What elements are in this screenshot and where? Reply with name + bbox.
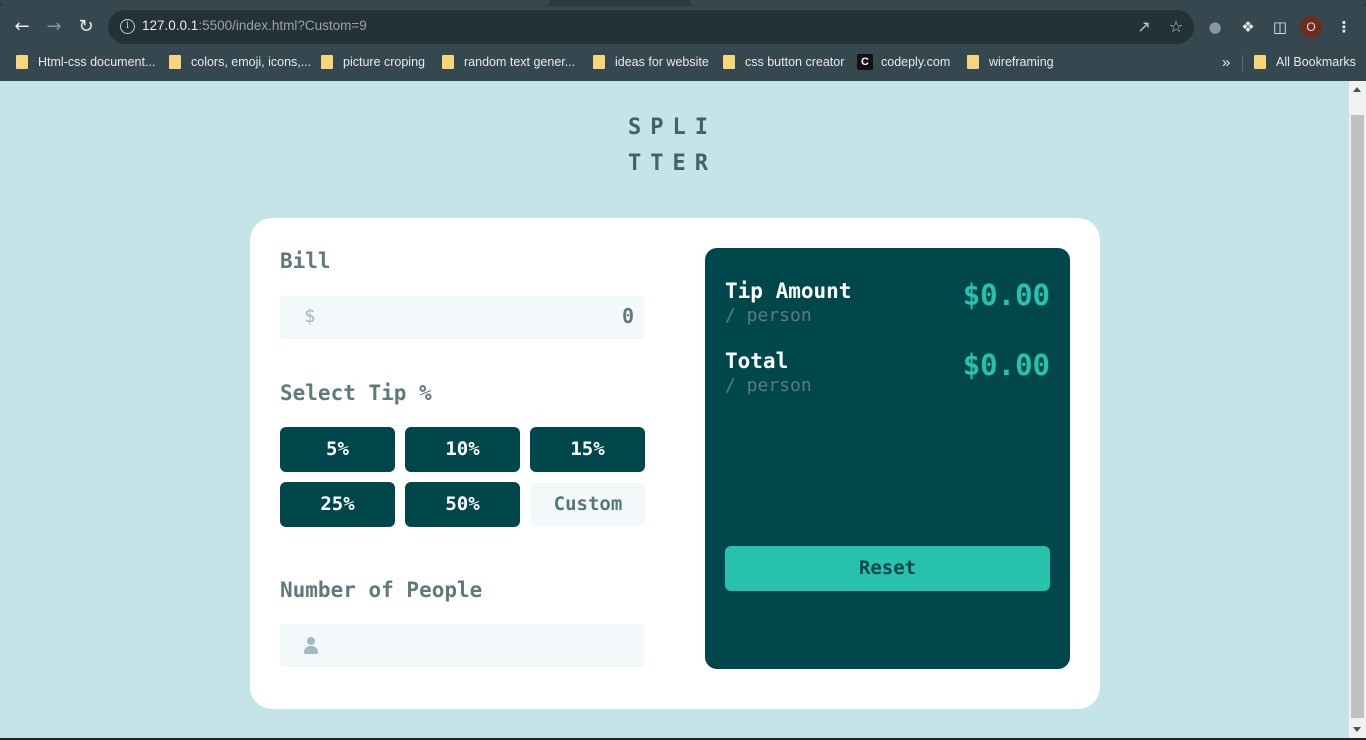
site-info-icon[interactable]: i	[120, 19, 135, 34]
results-panel: Tip Amount / person $0.00 Total / person…	[705, 248, 1070, 669]
reset-button[interactable]: Reset	[725, 546, 1050, 591]
bill-input[interactable]: $ 0	[280, 296, 644, 339]
tip-per-person-label: / person	[725, 305, 812, 326]
bill-value: 0	[621, 304, 634, 328]
people-input[interactable]	[280, 624, 644, 667]
dollar-icon: $	[304, 305, 316, 327]
folder-icon	[169, 55, 181, 69]
scrollbar-thumb[interactable]	[1351, 115, 1364, 718]
bookmark-item[interactable]: css button creator	[723, 52, 844, 72]
profile-avatar[interactable]: O	[1300, 16, 1322, 38]
logo-line-2: TTER	[628, 151, 717, 176]
bookmark-item[interactable]: Ccodeply.com	[857, 52, 950, 72]
bookmark-label: ideas for website	[615, 55, 709, 69]
tip-button-25[interactable]: 25%	[280, 482, 395, 527]
bill-label: Bill	[280, 249, 331, 273]
browser-chrome: ← → ↻ i 127.0.0.1:5500/index.html?Custom…	[0, 0, 1366, 81]
scroll-down-arrow-icon[interactable]	[1353, 727, 1361, 732]
bookmarks-overflow-chevron-icon[interactable]: »	[1222, 52, 1230, 72]
bookmark-label: css button creator	[745, 55, 845, 69]
bookmark-item[interactable]: picture croping	[321, 52, 425, 72]
folder-icon	[16, 55, 28, 69]
select-tip-label: Select Tip %	[280, 381, 432, 405]
splitter-logo: SPLI TTER	[628, 110, 738, 182]
folder-icon	[967, 55, 979, 69]
address-bar[interactable]: i 127.0.0.1:5500/index.html?Custom=9 ↗ ☆	[108, 10, 1194, 44]
bookmark-item[interactable]: random text gener...	[442, 52, 575, 72]
share-icon[interactable]: ↗	[1134, 17, 1154, 37]
bookmark-label: colors, emoji, icons,...	[191, 55, 312, 69]
tip-button-5[interactable]: 5%	[280, 427, 395, 472]
bookmarks-divider	[1242, 55, 1243, 71]
bookmark-label: picture croping	[343, 55, 425, 69]
reload-icon[interactable]: ↻	[73, 14, 99, 40]
bookmark-label: random text gener...	[464, 55, 576, 69]
total-label: Total	[725, 349, 789, 373]
side-panel-icon[interactable]: ◫	[1269, 16, 1291, 38]
extensions-puzzle-icon[interactable]: ❖	[1237, 16, 1259, 38]
total-amount-value: $0.00	[962, 348, 1050, 382]
tip-button-10[interactable]: 10%	[405, 427, 520, 472]
folder-icon	[723, 55, 735, 69]
folder-icon	[593, 55, 605, 69]
codeply-favicon-icon: C	[857, 54, 873, 70]
total-per-person-label: / person	[725, 375, 812, 396]
url-host: 127.0.0.1	[142, 18, 199, 33]
person-icon	[304, 637, 318, 655]
forward-icon[interactable]: →	[41, 14, 67, 40]
folder-icon	[442, 55, 454, 69]
bookmark-label: Html-css document...	[38, 55, 156, 69]
bookmarks-bar: Html-css document... colors, emoji, icon…	[0, 48, 1366, 77]
page-scrollbar[interactable]	[1349, 81, 1366, 738]
bookmark-item[interactable]: ideas for website	[593, 52, 709, 72]
bookmark-item[interactable]: wireframing	[967, 52, 1054, 72]
menu-kebab-icon[interactable]: ⋮	[1333, 16, 1355, 38]
all-bookmarks-label: All Bookmarks	[1276, 55, 1356, 69]
folder-icon	[321, 55, 333, 69]
bookmark-label: wireframing	[989, 55, 1054, 69]
scroll-up-arrow-icon[interactable]	[1353, 87, 1361, 92]
tip-button-50[interactable]: 50%	[405, 482, 520, 527]
extension-dot-icon[interactable]: ●	[1204, 16, 1226, 38]
calculator-card: Bill $ 0 Select Tip % 5% 10% 15% 25% 50%…	[250, 218, 1100, 709]
back-icon[interactable]: ←	[9, 14, 35, 40]
url-text[interactable]: 127.0.0.1:5500/index.html?Custom=9	[142, 18, 367, 33]
logo-line-1: SPLI	[628, 115, 717, 140]
url-path: :5500/index.html?Custom=9	[198, 18, 367, 33]
bookmark-label: codeply.com	[881, 55, 951, 69]
all-bookmarks[interactable]: All Bookmarks	[1254, 52, 1356, 72]
tip-amount-value: $0.00	[962, 278, 1050, 312]
custom-tip-input[interactable]: Custom	[531, 483, 645, 526]
bookmark-item[interactable]: Html-css document...	[16, 52, 155, 72]
tip-amount-label: Tip Amount	[725, 279, 852, 303]
bookmark-item[interactable]: colors, emoji, icons,...	[169, 52, 311, 72]
folder-icon	[1254, 55, 1266, 69]
tip-button-15[interactable]: 15%	[530, 427, 645, 472]
browser-toolbar: ← → ↻ i 127.0.0.1:5500/index.html?Custom…	[0, 6, 1366, 48]
number-of-people-label: Number of People	[280, 578, 483, 602]
bookmark-star-icon[interactable]: ☆	[1166, 17, 1186, 37]
chrome-divider	[0, 77, 1366, 81]
